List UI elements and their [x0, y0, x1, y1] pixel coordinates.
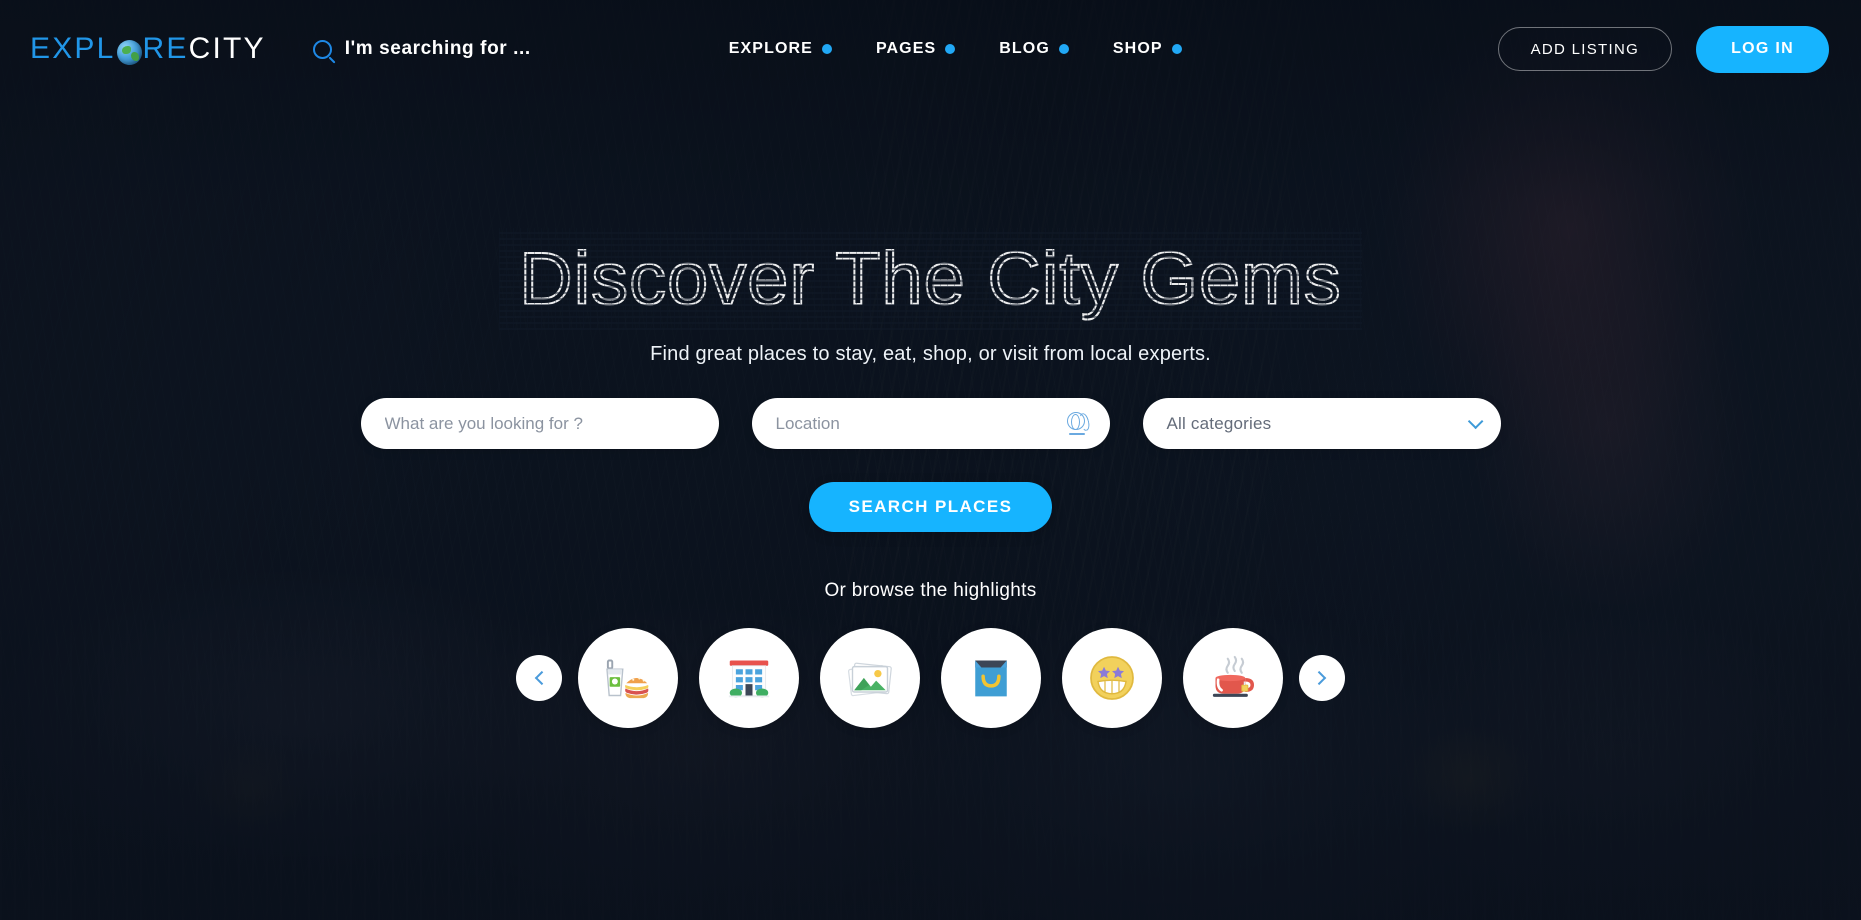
- nav-item-pages[interactable]: PAGES: [875, 40, 956, 58]
- building-icon: [728, 660, 770, 698]
- hero-content: Discover The City Gems Find great places…: [0, 0, 1861, 728]
- search-places-button[interactable]: SEARCH PLACES: [808, 482, 1053, 532]
- shopping-bag-icon: [975, 660, 1007, 697]
- add-listing-button[interactable]: ADD LISTING: [1497, 27, 1673, 71]
- category-item-shopping[interactable]: [941, 628, 1041, 728]
- chevron-down-icon: [1467, 413, 1483, 430]
- header-search-trigger[interactable]: I'm searching for ...: [312, 38, 531, 60]
- burger-and-soda-icon: [606, 659, 649, 699]
- category-list: [578, 628, 1283, 728]
- category-item-food-and-drink[interactable]: [578, 628, 678, 728]
- page-title: Discover The City Gems: [499, 228, 1362, 330]
- category-select[interactable]: All categories: [1142, 398, 1501, 449]
- globe-icon: [116, 39, 142, 65]
- nav-item-blog[interactable]: BLOG: [999, 40, 1069, 58]
- site-logo[interactable]: EXPL RE CITY: [30, 32, 266, 66]
- category-item-cafes[interactable]: [1183, 628, 1283, 728]
- category-selected-label: All categories: [1166, 413, 1272, 433]
- nav-item-shop[interactable]: SHOP: [1113, 40, 1182, 58]
- star-eyes-smiley-icon: [1090, 656, 1134, 700]
- keyword-field[interactable]: [360, 398, 719, 449]
- logo-text-part3: CITY: [188, 32, 266, 65]
- logo-text-part1: EXPL: [30, 32, 116, 65]
- logo-text-part2: RE: [142, 32, 189, 65]
- carousel-prev-button[interactable]: [516, 655, 562, 701]
- category-item-photos[interactable]: [820, 628, 920, 728]
- coffee-cup-icon: [1212, 655, 1255, 697]
- photo-stack-icon: [847, 662, 892, 697]
- browse-highlights-label: Or browse the highlights: [824, 580, 1037, 601]
- search-icon: [312, 39, 332, 59]
- location-field[interactable]: [751, 398, 1110, 449]
- header-actions: ADD LISTING LOG IN: [1497, 25, 1829, 73]
- nav-label-explore: EXPLORE: [728, 40, 813, 57]
- blue-dot-icon: [821, 44, 832, 54]
- category-item-entertainment[interactable]: [1062, 628, 1162, 728]
- nav-label-pages: PAGES: [875, 40, 937, 57]
- hero-search-bar: All categories: [360, 398, 1501, 449]
- search-input[interactable]: [384, 413, 695, 434]
- main-navigation: EXPLORE PAGES BLOG SHOP: [689, 40, 1182, 58]
- hero-subtitle: Find great places to stay, eat, shop, or…: [650, 343, 1211, 365]
- blue-dot-icon: [1058, 44, 1069, 54]
- header-search-prompt: I'm searching for ...: [344, 38, 531, 59]
- nav-label-blog: BLOG: [999, 40, 1050, 57]
- carousel-next-button[interactable]: [1299, 655, 1345, 701]
- nav-item-explore[interactable]: EXPLORE: [729, 40, 832, 58]
- chevron-right-icon: [1312, 670, 1327, 686]
- blue-dot-icon: [945, 44, 956, 54]
- category-item-hotels[interactable]: [699, 628, 799, 728]
- login-button[interactable]: LOG IN: [1696, 25, 1829, 73]
- chevron-left-icon: [534, 670, 549, 686]
- category-carousel: [500, 628, 1361, 728]
- blue-dot-icon: [1171, 44, 1182, 54]
- location-input[interactable]: [775, 413, 1066, 434]
- hero-section: EXPL RE CITY I'm searching for ... EXPLO…: [0, 0, 1861, 920]
- site-header: EXPL RE CITY I'm searching for ... EXPLO…: [0, 0, 1861, 98]
- nav-label-shop: SHOP: [1112, 40, 1163, 57]
- globe-locate-icon[interactable]: [1066, 411, 1091, 436]
